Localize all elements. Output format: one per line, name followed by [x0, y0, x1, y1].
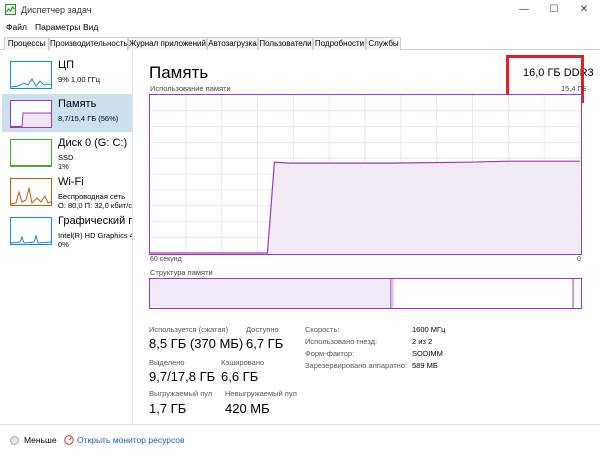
paged-pool-value: 1,7 ГБ	[149, 401, 187, 416]
memory-structure-label: Структура памяти	[150, 268, 213, 277]
graph-x-label-right: 0	[577, 256, 581, 263]
disk-thumbnail-graph	[10, 139, 52, 167]
form-factor-value: SODIMM	[412, 349, 443, 358]
cached-label: Кэшировано	[221, 358, 265, 367]
sidebar-label-gpu: Графический про	[58, 215, 132, 227]
cached-value: 6,6 ГБ	[221, 369, 259, 384]
sidebar-detail-disk-type: SSD	[58, 153, 74, 162]
sidebar-detail-gpu-model: Intel(R) HD Graphics 460	[58, 231, 132, 240]
task-manager-icon	[5, 4, 16, 15]
sidebar-label-wifi: Wi-Fi	[58, 176, 84, 188]
memory-usage-graph-label: Использование памяти	[150, 84, 231, 93]
sidebar-label-memory: Память	[58, 98, 97, 110]
minimize-button[interactable]: —	[509, 0, 539, 20]
paged-pool-label: Выгружаемый пул	[149, 389, 213, 398]
tab-startup[interactable]: Автозагрузка	[207, 37, 258, 50]
sidebar-item-cpu[interactable]: ЦП 9% 1,00 ГГц	[2, 55, 132, 93]
sidebar-label-cpu: ЦП	[58, 59, 75, 71]
nonpaged-pool-value: 420 МБ	[225, 401, 270, 416]
memory-panel: Память 16,0 ГБ DDR3 Использование памяти…	[134, 51, 600, 424]
close-button[interactable]: ✕	[569, 0, 599, 20]
available-value: 6,7 ГБ	[246, 336, 284, 351]
tab-app-history[interactable]: Журнал приложений	[128, 37, 207, 50]
menu-options[interactable]: Параметры	[35, 22, 80, 32]
sidebar-label-disk: Диск 0 (G: C:)	[58, 137, 128, 149]
sidebar-detail-wifi-type: Беспроводная сеть	[58, 192, 126, 201]
memory-thumbnail-graph	[10, 100, 52, 128]
resource-monitor-icon	[64, 435, 74, 445]
speed-label: Скорость:	[305, 325, 340, 334]
memory-usage-graph	[149, 94, 582, 255]
tab-services[interactable]: Службы	[366, 37, 401, 50]
window-title: Диспетчер задач	[21, 5, 92, 15]
slots-used-value: 2 из 2	[412, 337, 433, 346]
available-label: Доступно	[246, 325, 279, 334]
graph-x-label-left: 60 секунд	[150, 256, 182, 263]
sidebar-item-memory[interactable]: Память 8,7/15,4 ГБ (56%)	[2, 94, 132, 132]
gpu-thumbnail-graph	[10, 217, 52, 245]
hardware-reserved-value: 589 МБ	[412, 361, 438, 370]
sidebar-detail-memory: 8,7/15,4 ГБ (56%)	[58, 114, 119, 123]
sidebar-detail-gpu-usage: 0%	[58, 240, 69, 249]
chevron-up-icon	[10, 436, 19, 445]
slots-used-label: Использовано гнезд:	[305, 337, 378, 346]
menu-view[interactable]: Вид	[83, 22, 98, 32]
nonpaged-pool-label: Невыгружаемый пул	[225, 389, 297, 398]
sidebar-detail-wifi-speed: О: 80,0 П: 32,0 кбит/с	[58, 201, 133, 210]
sidebar-item-disk[interactable]: Диск 0 (G: C:) SSD 1%	[2, 133, 132, 171]
page-title: Память	[149, 63, 209, 82]
speed-value: 1600 МГц	[412, 325, 446, 334]
sidebar-detail-cpu: 9% 1,00 ГГц	[58, 75, 101, 84]
cpu-thumbnail-graph	[10, 61, 52, 89]
committed-label: Выделено	[149, 358, 185, 367]
title-bar: Диспетчер задач — ☐ ✕	[0, 0, 600, 20]
form-factor-label: Форм-фактор:	[305, 349, 355, 358]
sidebar-item-wifi[interactable]: Wi-Fi Беспроводная сеть О: 80,0 П: 32,0 …	[2, 172, 132, 210]
memory-usage-graph-max: 15,4 ГБ	[561, 84, 587, 93]
tab-performance[interactable]: Производительность	[49, 37, 128, 51]
wifi-thumbnail-graph	[10, 178, 52, 206]
committed-value: 9,7/17,8 ГБ	[149, 369, 216, 384]
tab-details[interactable]: Подробности	[313, 37, 366, 50]
tab-users[interactable]: Пользователи	[258, 37, 313, 50]
memory-structure-in-use	[150, 279, 391, 308]
open-resource-monitor-label: Открыть монитор ресурсов	[77, 435, 185, 445]
memory-structure-bar	[149, 278, 582, 309]
sidebar-detail-disk-usage: 1%	[58, 162, 69, 171]
menu-bar: Файл Параметры Вид	[0, 20, 600, 36]
performance-sidebar: ЦП 9% 1,00 ГГц Память 8,7/15,4 ГБ (56%) …	[0, 51, 133, 424]
hardware-reserved-label: Зарезервировано аппаратно:	[305, 361, 408, 370]
in-use-value: 8,5 ГБ (370 МБ)	[149, 336, 244, 351]
tab-processes[interactable]: Процессы	[4, 37, 49, 50]
fewer-details-label: Меньше	[24, 435, 57, 445]
maximize-button[interactable]: ☐	[539, 0, 569, 20]
tab-bar: Процессы Производительность Журнал прило…	[0, 36, 600, 51]
menu-file[interactable]: Файл	[6, 22, 27, 32]
sidebar-item-gpu[interactable]: Графический про Intel(R) HD Graphics 460…	[2, 211, 132, 249]
bottom-bar: Меньше Открыть монитор ресурсов	[0, 424, 600, 459]
in-use-label: Используется (сжатая)	[149, 325, 229, 334]
memory-usage-fill	[267, 161, 581, 254]
